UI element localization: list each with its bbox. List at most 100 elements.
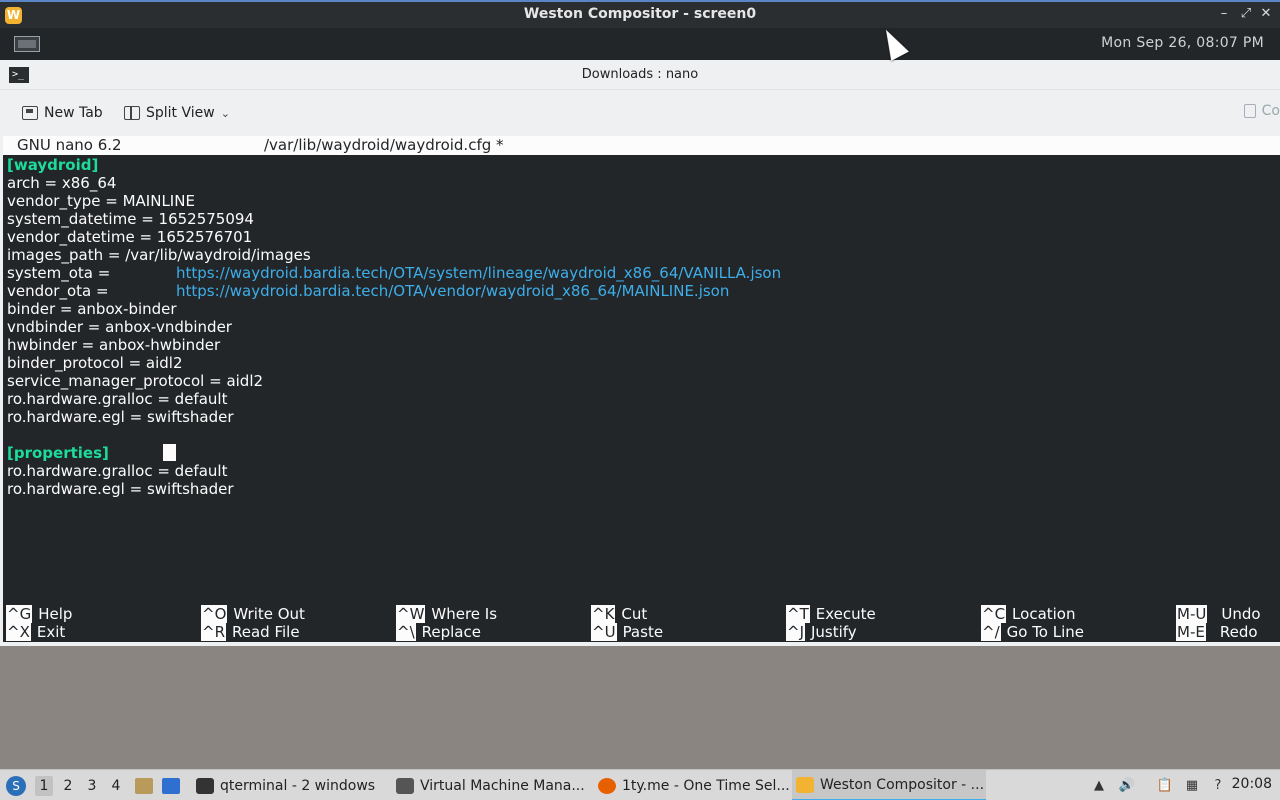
- nano-shortcut[interactable]: ^W Where Is: [396, 605, 497, 623]
- taskbar-task[interactable]: Virtual Machine Mana...: [392, 770, 588, 800]
- config-line: arch = x86_64: [7, 174, 116, 192]
- taskbar: S 1234 qterminal - 2 windows Virtual Mach…: [0, 769, 1280, 800]
- nano-shortcut[interactable]: M-E Redo: [1176, 623, 1258, 641]
- shortcut-label: Write Out: [233, 605, 305, 623]
- toolbar: New Tab Split View ⌄ Co: [0, 90, 1280, 136]
- shortcut-key: ^R: [201, 623, 226, 641]
- new-tab-button[interactable]: New Tab: [22, 103, 103, 123]
- shortcut-key: ^O: [201, 605, 228, 623]
- nano-shortcut[interactable]: ^J Justify: [786, 623, 857, 641]
- close-button[interactable]: ✕: [1258, 6, 1274, 21]
- config-line-text: system_datetime = 1652575094: [7, 210, 254, 228]
- shortcut-key: ^X: [6, 623, 31, 641]
- config-line-text: vendor_type = MAINLINE: [7, 192, 195, 210]
- network-icon[interactable]: ▦: [1183, 777, 1201, 795]
- minimize-button[interactable]: –: [1216, 6, 1232, 21]
- start-menu-button[interactable]: S: [6, 770, 26, 800]
- copy-icon: [1243, 104, 1256, 118]
- terminal-view[interactable]: GNU nano 6.2 /var/lib/waydroid/waydroid.…: [3, 136, 1280, 642]
- volume-icon[interactable]: 🔊: [1118, 777, 1136, 795]
- nano-shortcut[interactable]: M-U Undo: [1176, 605, 1261, 623]
- app-window-title: Downloads : nano: [581, 67, 699, 82]
- shortcut-label: Undo: [1221, 605, 1261, 623]
- terminal-launcher-icon[interactable]: [14, 36, 40, 52]
- terminal-icon: [196, 777, 214, 794]
- config-line-text: vndbinder = anbox-vndbinder: [7, 318, 232, 336]
- config-line: vendor_type = MAINLINE: [7, 192, 195, 210]
- nano-shortcut[interactable]: ^T Execute: [786, 605, 876, 623]
- split-view-label: Split View: [146, 105, 215, 121]
- config-line: vendor_datetime = 1652576701: [7, 228, 252, 246]
- taskbar-task-label: Virtual Machine Mana...: [420, 777, 585, 794]
- nano-shortcut[interactable]: ^R Read File: [201, 623, 300, 641]
- nano-version: GNU nano 6.2: [17, 136, 122, 154]
- config-line: system_ota = https://waydroid.bardia.tech…: [7, 264, 781, 282]
- new-tab-label: New Tab: [44, 105, 103, 121]
- shortcut-label: Paste: [622, 623, 664, 641]
- config-line: ro.hardware.gralloc = default: [7, 462, 227, 480]
- shortcut-key: ^U: [591, 623, 617, 641]
- file-manager-launcher[interactable]: [135, 770, 153, 800]
- updates-icon[interactable]: ?: [1209, 777, 1227, 795]
- nano-shortcut[interactable]: ^C Location: [981, 605, 1076, 623]
- file-manager-icon: [135, 777, 153, 794]
- nano-shortcut[interactable]: ^U Paste: [591, 623, 663, 641]
- tray-arrow-icon[interactable]: ▲: [1090, 777, 1108, 795]
- desktop-launcher[interactable]: [162, 770, 180, 800]
- taskbar-task[interactable]: qterminal - 2 windows: [192, 770, 382, 800]
- config-line-text: arch = x86_64: [7, 174, 117, 192]
- workspace-3-button[interactable]: 3: [83, 776, 101, 796]
- workspace-2-button[interactable]: 2: [59, 776, 77, 796]
- config-line-text: ro.hardware.gralloc = default: [7, 462, 228, 480]
- shortcut-label: Read File: [232, 623, 300, 641]
- nano-shortcut[interactable]: ^K Cut: [591, 605, 647, 623]
- config-line: vendor_ota = https://waydroid.bardia.tech…: [7, 282, 729, 300]
- split-view-button[interactable]: Split View ⌄: [124, 103, 230, 123]
- taskbar-task-label: Weston Compositor - ...: [820, 776, 985, 793]
- config-section-header: [waydroid]: [7, 156, 98, 174]
- config-line-text: binder_protocol = aidl2: [7, 354, 183, 372]
- shortcut-key: ^C: [981, 605, 1007, 623]
- workspace-1-button[interactable]: 1: [35, 776, 53, 796]
- shortcut-key: ^/: [981, 623, 1001, 641]
- nano-shortcut[interactable]: ^X Exit: [6, 623, 65, 641]
- taskbar-task[interactable]: Weston Compositor - ...: [792, 770, 986, 800]
- copy-label: Co: [1261, 103, 1280, 119]
- config-line: ro.hardware.egl = swiftshader: [7, 408, 234, 426]
- clipboard-icon[interactable]: 📋: [1156, 777, 1174, 795]
- nano-shortcut[interactable]: ^O Write Out: [201, 605, 305, 623]
- ota-url-link[interactable]: https://waydroid.bardia.tech/OTA/system/…: [176, 264, 781, 282]
- config-line: ro.hardware.egl = swiftshader: [7, 480, 234, 498]
- desktop-icon: [162, 777, 180, 794]
- taskbar-task-label: qterminal - 2 windows: [220, 777, 376, 794]
- config-line-text: binder = anbox-binder: [7, 300, 177, 318]
- shortcut-key: ^K: [591, 605, 616, 623]
- weston-window-title: Weston Compositor - screen0: [523, 6, 757, 22]
- shortcut-key: M-E: [1176, 623, 1206, 641]
- weston-titlebar: W Weston Compositor - screen0 – ⤢ ✕: [0, 0, 1280, 28]
- nano-shortcut[interactable]: ^\ Replace: [396, 623, 481, 641]
- config-line-text: ro.hardware.gralloc = default: [7, 390, 228, 408]
- virt-manager-icon: [396, 777, 414, 794]
- weston-panel: Mon Sep 26, 08:07 PM: [0, 28, 1280, 60]
- config-line-text: service_manager_protocol = aidl2: [7, 372, 264, 390]
- taskbar-task-label: 1ty.me - One Time Sel...: [622, 777, 790, 794]
- nano-shortcut[interactable]: ^G Help: [6, 605, 72, 623]
- app-titlebar: >_ Downloads : nano: [0, 60, 1280, 90]
- shortcut-label: Where Is: [431, 605, 498, 623]
- config-line-text: ro.hardware.egl = swiftshader: [7, 480, 234, 498]
- nano-shortcut[interactable]: ^/ Go To Line: [981, 623, 1084, 641]
- copy-button[interactable]: Co: [1243, 103, 1280, 119]
- workspace-4-button[interactable]: 4: [107, 776, 125, 796]
- maximize-button[interactable]: ⤢: [1238, 6, 1254, 21]
- taskbar-clock: 20:08: [1231, 776, 1272, 792]
- ota-url-link[interactable]: https://waydroid.bardia.tech/OTA/vendor/…: [176, 282, 729, 300]
- config-line: vndbinder = anbox-vndbinder: [7, 318, 232, 336]
- config-line-text: [waydroid]: [7, 156, 99, 174]
- config-line: hwbinder = anbox-hwbinder: [7, 336, 220, 354]
- nano-filename: /var/lib/waydroid/waydroid.cfg *: [264, 136, 504, 154]
- config-line-text: vendor_ota =: [7, 282, 109, 300]
- taskbar-task[interactable]: 1ty.me - One Time Sel...: [594, 770, 790, 800]
- start-menu-icon: S: [6, 775, 26, 796]
- shortcut-label: Cut: [621, 605, 648, 623]
